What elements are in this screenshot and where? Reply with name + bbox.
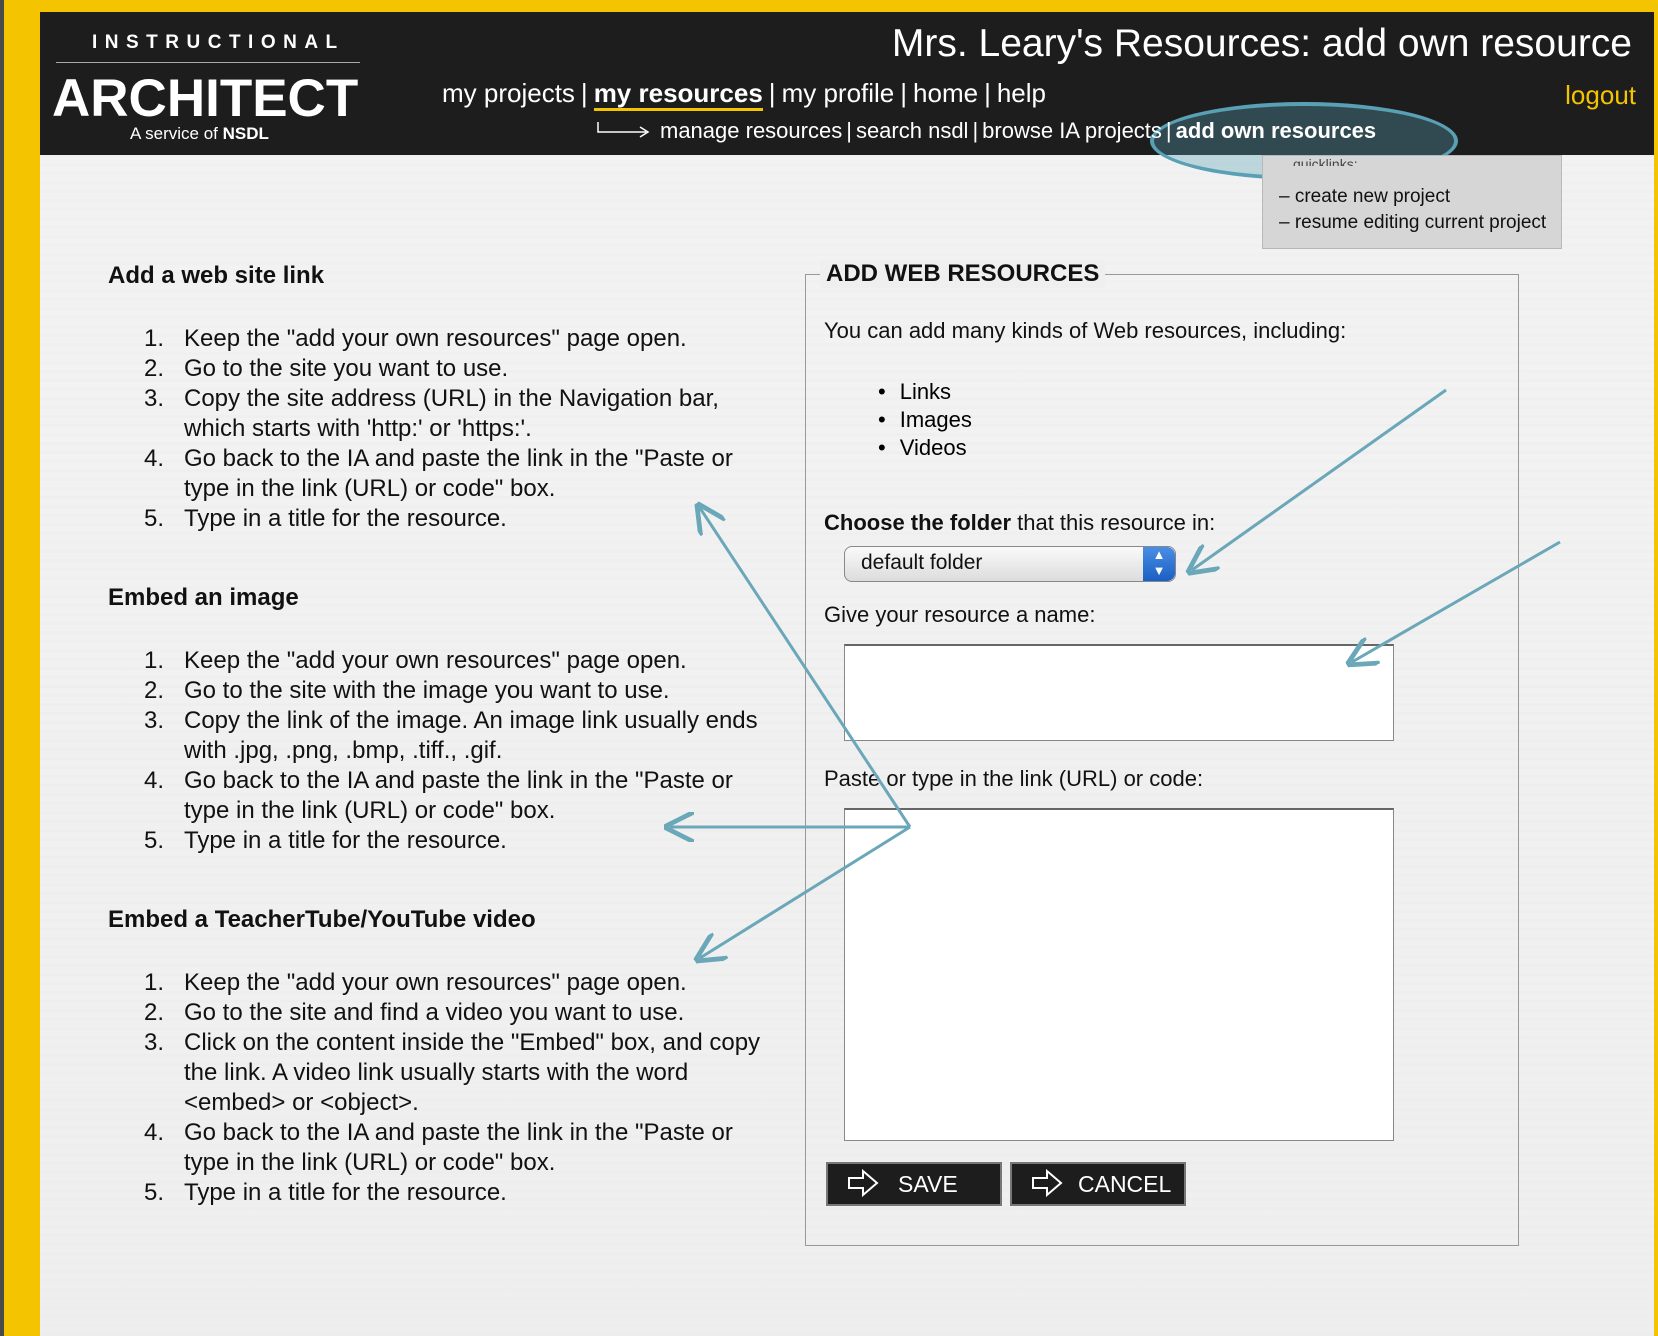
quicklinks-title: quicklinks: bbox=[1293, 156, 1358, 166]
folder-select-value: default folder bbox=[861, 551, 983, 574]
list-item: Videos bbox=[878, 434, 972, 462]
logo-sub-text: A service of bbox=[130, 124, 218, 143]
nav-home[interactable]: home bbox=[913, 78, 978, 108]
quicklinks-panel: quicklinks: – create new project – resum… bbox=[1262, 155, 1562, 249]
list-item: Links bbox=[878, 378, 972, 406]
form-legend: ADD WEB RESOURCES bbox=[820, 260, 1106, 288]
list-item: 4. Go back to the IA and paste the link i… bbox=[144, 767, 733, 824]
arrow-right-icon bbox=[848, 1168, 879, 1198]
arrow-right-icon bbox=[1032, 1168, 1063, 1198]
list-item: 3. Copy the site address (URL) in the Nav… bbox=[144, 385, 719, 442]
logo-subtitle: A service of NSDL bbox=[130, 124, 269, 144]
list-item: 1. Keep the "add your own resources" page… bbox=[144, 325, 687, 352]
save-label: SAVE bbox=[898, 1171, 958, 1197]
list-item: 3. Click on the content inside the "Embed… bbox=[144, 1029, 761, 1116]
code-label: Paste or type in the link (URL) or code: bbox=[824, 766, 1204, 791]
nav-my-profile[interactable]: my profile bbox=[782, 78, 895, 108]
list-item: 5. Type in a title for the resource. bbox=[144, 1179, 507, 1206]
nav-my-resources[interactable]: my resources bbox=[593, 78, 763, 111]
header-bar: INSTRUCTIONAL ARCHITECT A service of NSD… bbox=[40, 12, 1654, 180]
logout-link[interactable]: logout bbox=[1565, 80, 1636, 111]
link-code-textarea[interactable] bbox=[844, 808, 1394, 1141]
page-title: Mrs. Leary's Resources: add own resource bbox=[891, 22, 1632, 65]
form-intro: You can add many kinds of Web resources,… bbox=[824, 318, 1347, 343]
resource-name-field[interactable] bbox=[844, 644, 1394, 741]
logo[interactable]: ARCHITECT bbox=[52, 68, 358, 129]
subnav-browse-ia-projects[interactable]: browse IA projects bbox=[982, 118, 1162, 143]
chevron-updown-icon: ▲ ▼ bbox=[1143, 547, 1175, 581]
list-item: 1. Keep the "add your own resources" page… bbox=[144, 969, 687, 996]
steps-web-link: 1. Keep the "add your own resources" page… bbox=[144, 324, 764, 534]
steps-video: 1. Keep the "add your own resources" page… bbox=[144, 968, 764, 1208]
list-item: 4. Go back to the IA and paste the link i… bbox=[144, 1119, 733, 1176]
list-item: 5. Type in a title for the resource. bbox=[144, 827, 507, 854]
quicklink-resume-project[interactable]: – resume editing current project bbox=[1279, 212, 1546, 234]
section-title-image: Embed an image bbox=[108, 584, 299, 611]
steps-image: 1. Keep the "add your own resources" page… bbox=[144, 646, 764, 856]
list-item: 2. Go to the site with the image you want… bbox=[144, 677, 670, 704]
return-arrow-icon bbox=[597, 122, 650, 138]
cancel-button[interactable]: CANCEL bbox=[1010, 1162, 1186, 1206]
sub-nav: manage resources | search nsdl | browse IA p… bbox=[596, 118, 1376, 144]
list-item: Images bbox=[878, 406, 972, 434]
subnav-manage-resources[interactable]: manage resources bbox=[660, 118, 842, 143]
list-item: 2. Go to the site you want to use. bbox=[144, 355, 509, 382]
resource-types-list: Links Images Videos bbox=[878, 378, 972, 462]
list-item: 5. Type in a title for the resource. bbox=[144, 505, 507, 532]
folder-select[interactable]: default folder ▲ ▼ bbox=[844, 546, 1176, 582]
main-nav: my projects | my resources | my profile | home… bbox=[442, 78, 1046, 111]
list-item: 4. Go back to the IA and paste the link i… bbox=[144, 445, 733, 502]
name-label: Give your resource a name: bbox=[824, 602, 1096, 627]
list-item: 1. Keep the "add your own resources" page… bbox=[144, 647, 687, 674]
subnav-search-nsdl[interactable]: search nsdl bbox=[856, 118, 969, 143]
section-title-video: Embed a TeacherTube/YouTube video bbox=[108, 906, 536, 933]
list-item: 3. Copy the link of the image. An image l… bbox=[144, 707, 758, 764]
logo-divider bbox=[56, 62, 360, 63]
page: INSTRUCTIONAL ARCHITECT A service of NSD… bbox=[40, 12, 1654, 1336]
subnav-add-own-resources[interactable]: add own resources bbox=[1176, 118, 1377, 143]
quicklink-create-project[interactable]: – create new project bbox=[1279, 186, 1450, 208]
list-item: 2. Go to the site and find a video you wa… bbox=[144, 999, 685, 1026]
nsdl-logo: NSDL bbox=[222, 124, 269, 143]
window-frame: INSTRUCTIONAL ARCHITECT A service of NSD… bbox=[4, 0, 1658, 1336]
cancel-label: CANCEL bbox=[1078, 1171, 1172, 1197]
nav-my-projects[interactable]: my projects bbox=[442, 78, 575, 108]
save-button[interactable]: SAVE bbox=[826, 1162, 1002, 1206]
nav-help[interactable]: help bbox=[997, 78, 1046, 108]
logo-top-text: INSTRUCTIONAL bbox=[92, 32, 345, 53]
section-title-web-link: Add a web site link bbox=[108, 262, 325, 289]
folder-label: Choose the folder that this resource in: bbox=[824, 510, 1216, 535]
